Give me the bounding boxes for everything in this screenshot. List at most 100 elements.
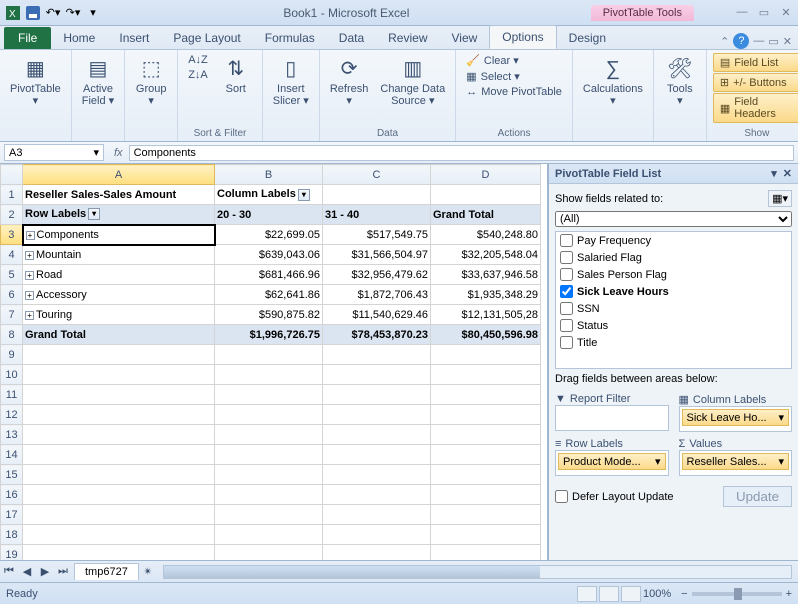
field-row[interactable]: Title <box>556 334 791 351</box>
sheet-tab[interactable]: tmp6727 <box>74 563 139 580</box>
move-pivot-button[interactable]: ↔Move PivotTable <box>462 85 566 99</box>
cell[interactable] <box>323 445 431 465</box>
field-row[interactable]: Salaried Flag <box>556 249 791 266</box>
zoom-slider[interactable] <box>692 592 782 596</box>
row-header[interactable]: 9 <box>1 345 23 365</box>
update-button[interactable]: Update <box>723 486 792 507</box>
cell[interactable]: Grand Total <box>431 205 541 225</box>
chevron-down-icon[interactable]: ▾ <box>655 455 661 468</box>
cell[interactable] <box>431 405 541 425</box>
area-chip[interactable]: Reseller Sales...▾ <box>682 453 790 470</box>
cell[interactable] <box>431 545 541 561</box>
cell[interactable] <box>215 545 323 561</box>
cell[interactable] <box>323 405 431 425</box>
cell[interactable] <box>323 485 431 505</box>
report-filter-area[interactable] <box>555 405 669 431</box>
row-labels-area[interactable]: Product Mode...▾ <box>555 450 669 476</box>
field-row[interactable]: Sales Person Flag <box>556 266 791 283</box>
cell[interactable]: Column Labels▾ <box>215 185 323 205</box>
tab-home[interactable]: Home <box>51 27 107 49</box>
cell[interactable] <box>323 185 431 205</box>
field-checkbox[interactable] <box>560 336 573 349</box>
field-headers-toggle[interactable]: ▦Field Headers <box>713 93 798 123</box>
cell[interactable] <box>23 385 215 405</box>
row-header[interactable]: 19 <box>1 545 23 561</box>
calculations-button[interactable]: ∑Calculations▾ <box>579 53 647 109</box>
new-sheet-icon[interactable]: ✴ <box>139 565 157 578</box>
tools-button[interactable]: 🛠Tools▾ <box>660 53 700 109</box>
cell[interactable]: Reseller Sales-Sales Amount <box>23 185 215 205</box>
active-field-button[interactable]: ▤Active Field ▾ <box>78 53 118 109</box>
cell[interactable] <box>215 385 323 405</box>
row-header[interactable]: 2 <box>1 205 23 225</box>
row-header[interactable]: 14 <box>1 445 23 465</box>
expand-icon[interactable]: + <box>25 251 34 260</box>
cell[interactable]: $590,875.82 <box>215 305 323 325</box>
cell[interactable]: $33,637,946.58 <box>431 265 541 285</box>
cell[interactable] <box>431 385 541 405</box>
qat-customize-icon[interactable]: ▾ <box>84 4 102 22</box>
undo-icon[interactable]: ↶▾ <box>44 4 62 22</box>
cell[interactable]: Row Labels▾ <box>23 205 215 225</box>
horizontal-scrollbar[interactable] <box>163 565 792 579</box>
doc-close-icon[interactable]: ✕ <box>783 35 792 48</box>
name-box[interactable]: A3▾ <box>4 144 104 161</box>
row-header[interactable]: 7 <box>1 305 23 325</box>
cell[interactable] <box>431 345 541 365</box>
cell[interactable] <box>323 525 431 545</box>
expand-icon[interactable]: + <box>25 311 34 320</box>
cell[interactable] <box>431 425 541 445</box>
cell[interactable]: 20 - 30 <box>215 205 323 225</box>
excel-icon[interactable]: X <box>4 4 22 22</box>
cell[interactable]: $80,450,596.98 <box>431 325 541 345</box>
minimize-ribbon-icon[interactable]: ⌃ <box>720 35 729 48</box>
pivottable-button[interactable]: ▦PivotTable▾ <box>6 53 65 109</box>
chevron-down-icon[interactable]: ▾ <box>93 146 99 159</box>
cell[interactable] <box>431 365 541 385</box>
select-all-corner[interactable] <box>1 165 23 185</box>
cell[interactable] <box>23 365 215 385</box>
cell[interactable]: +Mountain <box>23 245 215 265</box>
row-header[interactable]: 1 <box>1 185 23 205</box>
cell[interactable] <box>215 465 323 485</box>
field-checkbox[interactable] <box>560 251 573 264</box>
row-header[interactable]: 13 <box>1 425 23 445</box>
cell[interactable]: $1,872,706.43 <box>323 285 431 305</box>
cell[interactable] <box>23 345 215 365</box>
field-checkbox[interactable] <box>560 285 573 298</box>
restore-icon[interactable]: ▭ <box>756 6 772 19</box>
tab-file[interactable]: File <box>4 27 51 49</box>
cell[interactable]: +Road <box>23 265 215 285</box>
tab-options[interactable]: Options <box>489 25 556 49</box>
cell[interactable]: $11,540,629.46 <box>323 305 431 325</box>
row-header[interactable]: 12 <box>1 405 23 425</box>
expand-icon[interactable]: + <box>25 291 34 300</box>
minimize-icon[interactable]: — <box>734 6 750 19</box>
cell[interactable] <box>323 425 431 445</box>
active-cell[interactable]: +Components <box>23 225 215 245</box>
layout-options-icon[interactable]: ▦▾ <box>768 190 792 207</box>
field-checkbox[interactable] <box>560 268 573 281</box>
redo-icon[interactable]: ↷▾ <box>64 4 82 22</box>
expand-icon[interactable]: + <box>26 231 35 240</box>
col-header-a[interactable]: A <box>23 165 215 185</box>
field-checkbox[interactable] <box>560 319 573 332</box>
col-header-d[interactable]: D <box>431 165 541 185</box>
chevron-down-icon[interactable]: ▾ <box>778 455 784 468</box>
row-header[interactable]: 8 <box>1 325 23 345</box>
tab-insert[interactable]: Insert <box>107 27 161 49</box>
view-normal-button[interactable] <box>577 586 597 602</box>
tab-design[interactable]: Design <box>557 27 618 49</box>
col-header-c[interactable]: C <box>323 165 431 185</box>
row-header[interactable]: 16 <box>1 485 23 505</box>
sort-az-button[interactable]: A↓Z <box>184 53 212 67</box>
doc-restore-icon[interactable]: ▭ <box>768 35 778 48</box>
chevron-down-icon[interactable]: ▾ <box>778 411 784 424</box>
row-header[interactable]: 17 <box>1 505 23 525</box>
cell[interactable] <box>23 425 215 445</box>
group-button[interactable]: ⬚Group▾ <box>131 53 171 109</box>
field-list-toggle[interactable]: ▤Field List <box>713 53 798 72</box>
sheet-nav-first-icon[interactable]: ⏮ <box>0 565 18 578</box>
tab-page-layout[interactable]: Page Layout <box>161 27 252 49</box>
sort-za-button[interactable]: Z↓A <box>184 68 212 82</box>
